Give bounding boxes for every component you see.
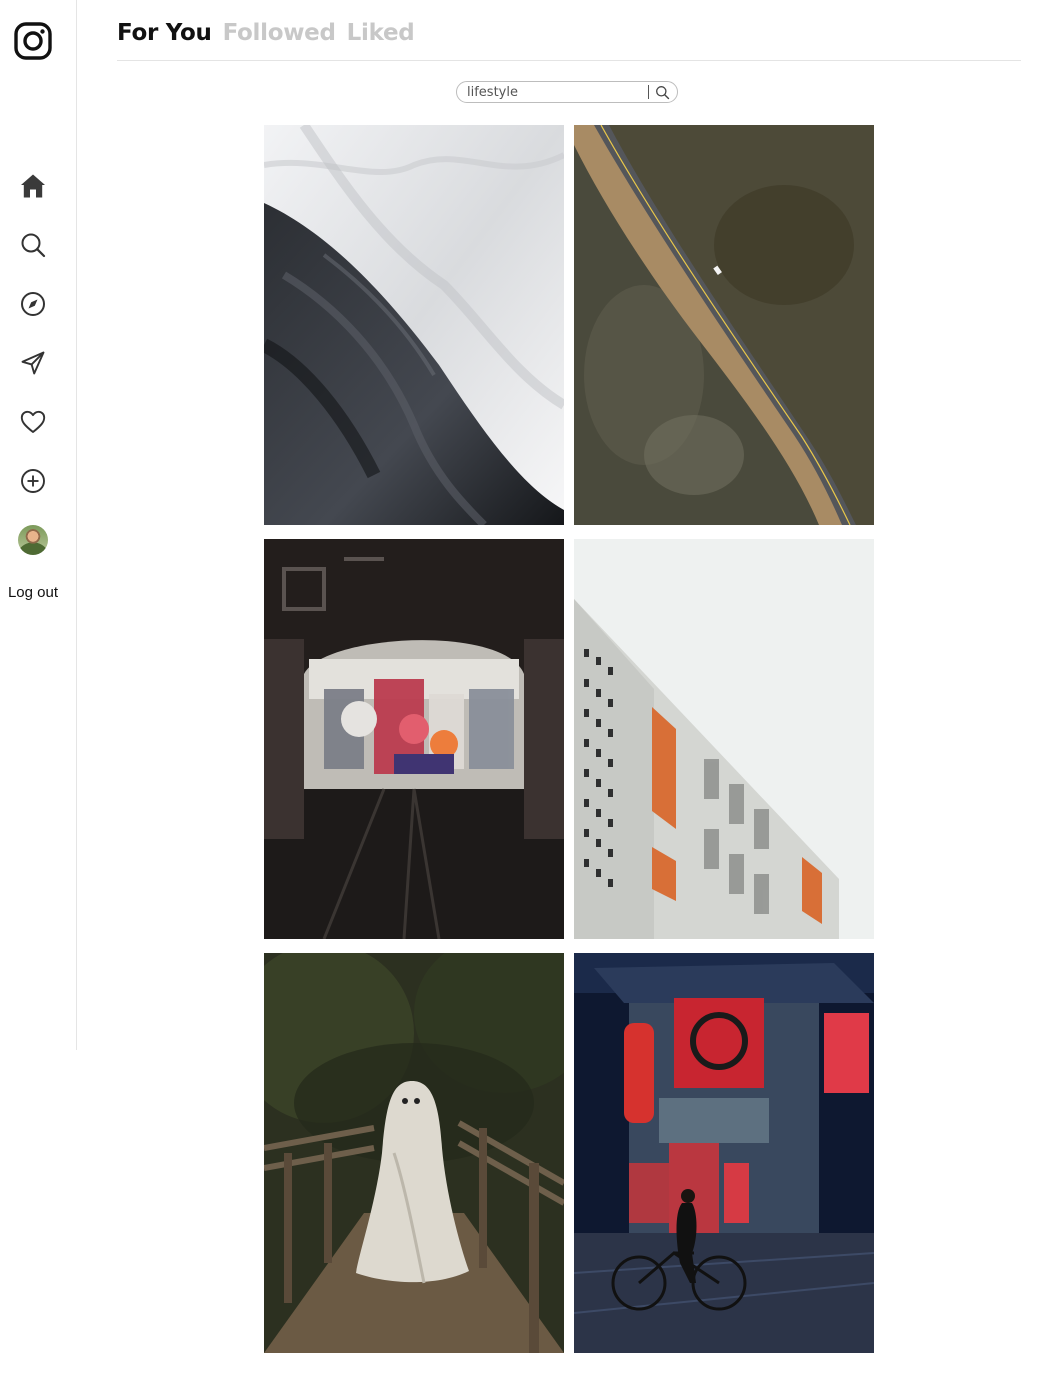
sidebar-item-create[interactable] bbox=[17, 465, 49, 497]
search-divider bbox=[648, 85, 649, 99]
header-divider bbox=[117, 60, 1021, 61]
search-icon bbox=[21, 233, 46, 258]
feed-photo-aerial-road[interactable] bbox=[574, 125, 874, 525]
tab-liked[interactable]: Liked bbox=[347, 20, 415, 46]
search-input[interactable] bbox=[467, 83, 643, 101]
instagram-logo-icon[interactable] bbox=[13, 21, 53, 61]
fabric-photo bbox=[264, 125, 564, 525]
feed-photo-fabric[interactable] bbox=[264, 125, 564, 525]
ghost-photo bbox=[264, 953, 564, 1353]
neon-street-photo bbox=[574, 953, 874, 1353]
building-photo bbox=[574, 539, 874, 939]
heart-icon bbox=[20, 410, 46, 433]
plus-circle-icon bbox=[21, 469, 45, 493]
sidebar-item-notifications[interactable] bbox=[17, 406, 49, 438]
aerial-road-photo bbox=[574, 125, 874, 525]
search-icon[interactable] bbox=[655, 85, 670, 100]
logout-link[interactable]: Log out bbox=[0, 584, 66, 601]
tab-followed[interactable]: Followed bbox=[223, 20, 336, 46]
send-icon bbox=[21, 351, 45, 375]
sidebar-item-explore[interactable] bbox=[17, 288, 49, 320]
feed-photo-neon-street[interactable] bbox=[574, 953, 874, 1353]
feed-photo-building[interactable] bbox=[574, 539, 874, 939]
home-icon bbox=[21, 174, 45, 198]
feed-tabs: For You Followed Liked bbox=[117, 20, 415, 46]
sidebar: Log out bbox=[0, 0, 77, 1050]
feed-photo-graffiti-tunnel[interactable] bbox=[264, 539, 564, 939]
tab-for-you[interactable]: For You bbox=[117, 20, 212, 46]
sidebar-item-messages[interactable] bbox=[17, 347, 49, 379]
compass-icon bbox=[21, 292, 45, 316]
sidebar-item-home[interactable] bbox=[17, 170, 49, 202]
search-box bbox=[456, 81, 678, 103]
graffiti-tunnel-photo bbox=[264, 539, 564, 939]
avatar[interactable] bbox=[18, 525, 48, 555]
feed-photo-ghost[interactable] bbox=[264, 953, 564, 1353]
sidebar-item-search[interactable] bbox=[17, 229, 49, 261]
